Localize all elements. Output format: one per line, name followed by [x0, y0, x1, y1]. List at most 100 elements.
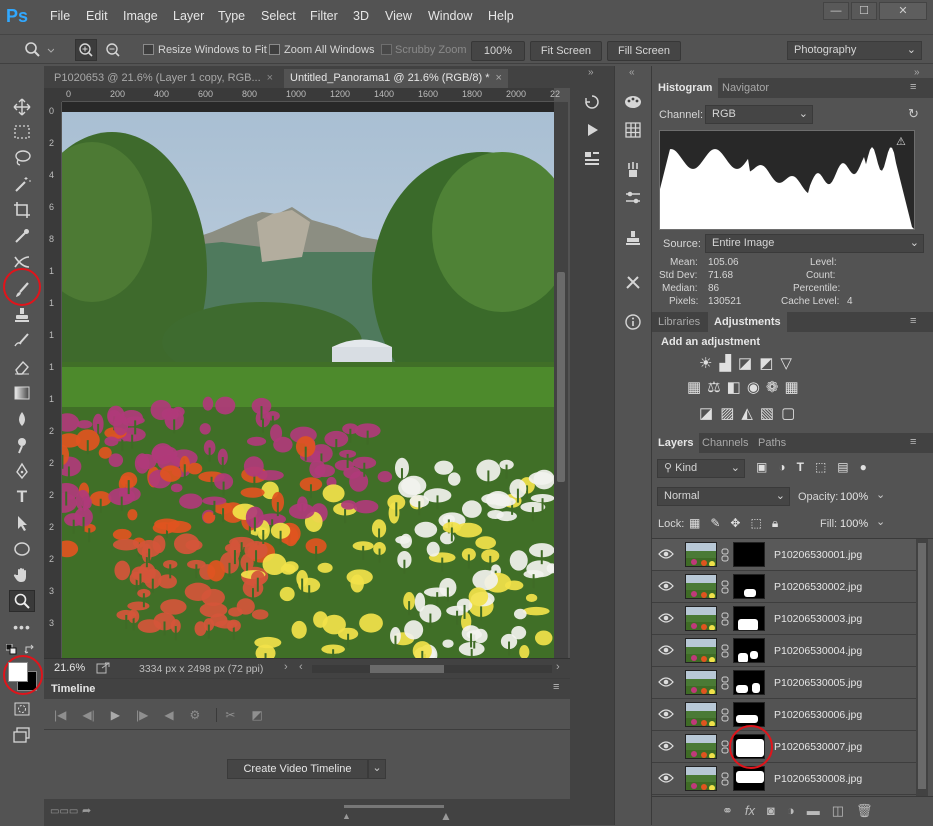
tab-adjustments[interactable]: Adjustments	[708, 312, 787, 332]
trash-icon[interactable]: 🗑︎	[856, 803, 873, 819]
brush-settings-icon[interactable]	[620, 186, 646, 210]
link-layers-icon[interactable]: ⚭	[722, 803, 733, 819]
panel-menu-icon[interactable]: ≡	[910, 81, 916, 93]
menu-layer[interactable]: Layer	[173, 9, 204, 23]
menu-view[interactable]: View	[385, 9, 412, 23]
layer-row[interactable]: P10206530002.jpg	[652, 571, 916, 603]
status-menu-arrow-icon[interactable]: ›	[284, 661, 288, 673]
chevron-down-icon[interactable]: ⌄	[368, 759, 386, 779]
zoom-tool-icon[interactable]	[24, 41, 54, 59]
filter-toggle-icon[interactable]: ●	[860, 460, 867, 474]
ruler-origin[interactable]	[44, 88, 62, 102]
layer-mask-thumbnail[interactable]	[733, 542, 765, 567]
close-button[interactable]: ✕	[879, 2, 927, 20]
visibility-eye-icon[interactable]	[658, 772, 674, 784]
new-group-icon[interactable]: ▬	[807, 803, 820, 819]
layer-row[interactable]: P10206530006.jpg	[652, 699, 916, 731]
vibrance-icon[interactable]: ▽	[780, 354, 792, 372]
hand-tool-icon[interactable]	[9, 564, 35, 586]
layers-scrollbar[interactable]	[916, 539, 928, 797]
blend-mode-select[interactable]: Normal ⌄	[657, 487, 790, 506]
scroll-thumb[interactable]	[918, 543, 926, 789]
color-balance-icon[interactable]: ⚖	[707, 378, 720, 396]
timeline-zoom-slider[interactable]	[344, 805, 444, 808]
layer-thumbnail[interactable]	[685, 542, 717, 567]
layer-row[interactable]: P10206530005.jpg	[652, 667, 916, 699]
dodge-tool-icon[interactable]	[9, 434, 35, 456]
actions-play-icon[interactable]	[579, 118, 605, 142]
create-video-timeline-button[interactable]: Create Video Timeline	[227, 759, 368, 779]
path-selection-tool-icon[interactable]	[9, 512, 35, 534]
invert-icon[interactable]: ◪	[699, 404, 713, 422]
tab-libraries[interactable]: Libraries	[652, 312, 706, 332]
close-icon[interactable]: ×	[495, 72, 501, 84]
panel-menu-icon[interactable]: ≡	[910, 436, 916, 448]
layer-thumbnail[interactable]	[685, 670, 717, 695]
menu-window[interactable]: Window	[428, 9, 472, 23]
menu-image[interactable]: Image	[123, 9, 158, 23]
marquee-tool-icon[interactable]	[9, 121, 35, 143]
lock-artboard-icon[interactable]: ⬚	[750, 516, 761, 531]
fit-screen-button[interactable]: Fit Screen	[530, 41, 602, 61]
panel-menu-icon[interactable]: ≡	[910, 315, 916, 327]
new-layer-icon[interactable]: ◫	[832, 803, 844, 819]
tab-p1020653[interactable]: P1020653 @ 21.6% (Layer 1 copy, RGB... ×	[48, 69, 279, 88]
zoom-in-icon[interactable]	[75, 39, 97, 61]
scroll-thumb[interactable]	[557, 272, 565, 482]
more-tools-icon[interactable]: •••	[9, 616, 35, 638]
levels-icon[interactable]: ▟	[719, 354, 731, 372]
mask-link-icon[interactable]	[721, 580, 729, 594]
menu-type[interactable]: Type	[218, 9, 245, 23]
zoom-in-mountain-icon[interactable]: ▲	[440, 809, 452, 823]
layer-filter-select[interactable]: ⚲ Kind ⌄	[657, 459, 745, 478]
fill-value[interactable]: 100%	[840, 518, 868, 530]
workspace-select[interactable]: Photography ⌄	[787, 41, 922, 60]
scroll-left-icon[interactable]: ‹	[299, 661, 303, 673]
tab-histogram[interactable]: Histogram	[652, 78, 719, 98]
properties-icon[interactable]	[579, 146, 605, 170]
layer-thumbnail[interactable]	[685, 574, 717, 599]
refresh-icon[interactable]: ↻	[908, 106, 919, 122]
scroll-thumb[interactable]	[370, 665, 444, 673]
black-white-icon[interactable]: ◧	[727, 378, 741, 396]
resize-windows-checkbox[interactable]	[143, 44, 154, 55]
selective-color-icon[interactable]: ▢	[781, 404, 795, 422]
visibility-eye-icon[interactable]	[658, 548, 674, 560]
menu-select[interactable]: Select	[261, 9, 296, 23]
collapse-arrows-icon[interactable]: »	[588, 67, 594, 78]
shape-filter-icon[interactable]: ⬚	[815, 460, 826, 474]
pixel-filter-icon[interactable]: ▣	[756, 460, 767, 474]
layer-thumbnail[interactable]	[685, 702, 717, 727]
canvas-vertical-scrollbar[interactable]	[554, 102, 568, 658]
posterize-icon[interactable]: ▨	[720, 404, 734, 422]
layer-thumbnail[interactable]	[685, 766, 717, 791]
layer-thumbnail[interactable]	[685, 734, 717, 759]
zoom-all-checkbox[interactable]	[269, 44, 280, 55]
lock-all-icon[interactable]: 🔒︎	[772, 516, 778, 531]
layer-row[interactable]: P10206530001.jpg	[652, 539, 916, 571]
tab-paths[interactable]: Paths	[752, 433, 792, 453]
visibility-eye-icon[interactable]	[658, 612, 674, 624]
menu-3d[interactable]: 3D	[353, 9, 369, 23]
lock-transparent-icon[interactable]: ▦	[689, 516, 700, 531]
mask-link-icon[interactable]	[721, 644, 729, 658]
previous-frame-icon[interactable]: ◀|	[82, 708, 94, 722]
tab-channels[interactable]: Channels	[696, 433, 754, 453]
split-scissors-icon[interactable]: ✂	[216, 708, 235, 722]
layer-mask-thumbnail[interactable]	[733, 702, 765, 727]
fx-icon[interactable]: fx	[745, 803, 755, 819]
stamp-tool-icon[interactable]	[9, 304, 35, 326]
layer-row[interactable]: P10206530008.jpg	[652, 763, 916, 795]
layer-row[interactable]: P10206530003.jpg	[652, 603, 916, 635]
layer-thumbnail[interactable]	[685, 606, 717, 631]
brightness-icon[interactable]: ☀	[699, 354, 712, 372]
mask-link-icon[interactable]	[721, 708, 729, 722]
crop-tool-icon[interactable]	[9, 199, 35, 221]
tab-layers[interactable]: Layers	[652, 433, 700, 453]
layer-row[interactable]: P10206530007.jpg	[652, 731, 916, 763]
mask-link-icon[interactable]	[721, 740, 729, 754]
type-tool-icon[interactable]: T	[9, 486, 35, 508]
layer-mask-thumbnail[interactable]	[733, 638, 765, 663]
visibility-eye-icon[interactable]	[658, 580, 674, 592]
new-adjustment-icon[interactable]: ◑	[787, 803, 795, 819]
